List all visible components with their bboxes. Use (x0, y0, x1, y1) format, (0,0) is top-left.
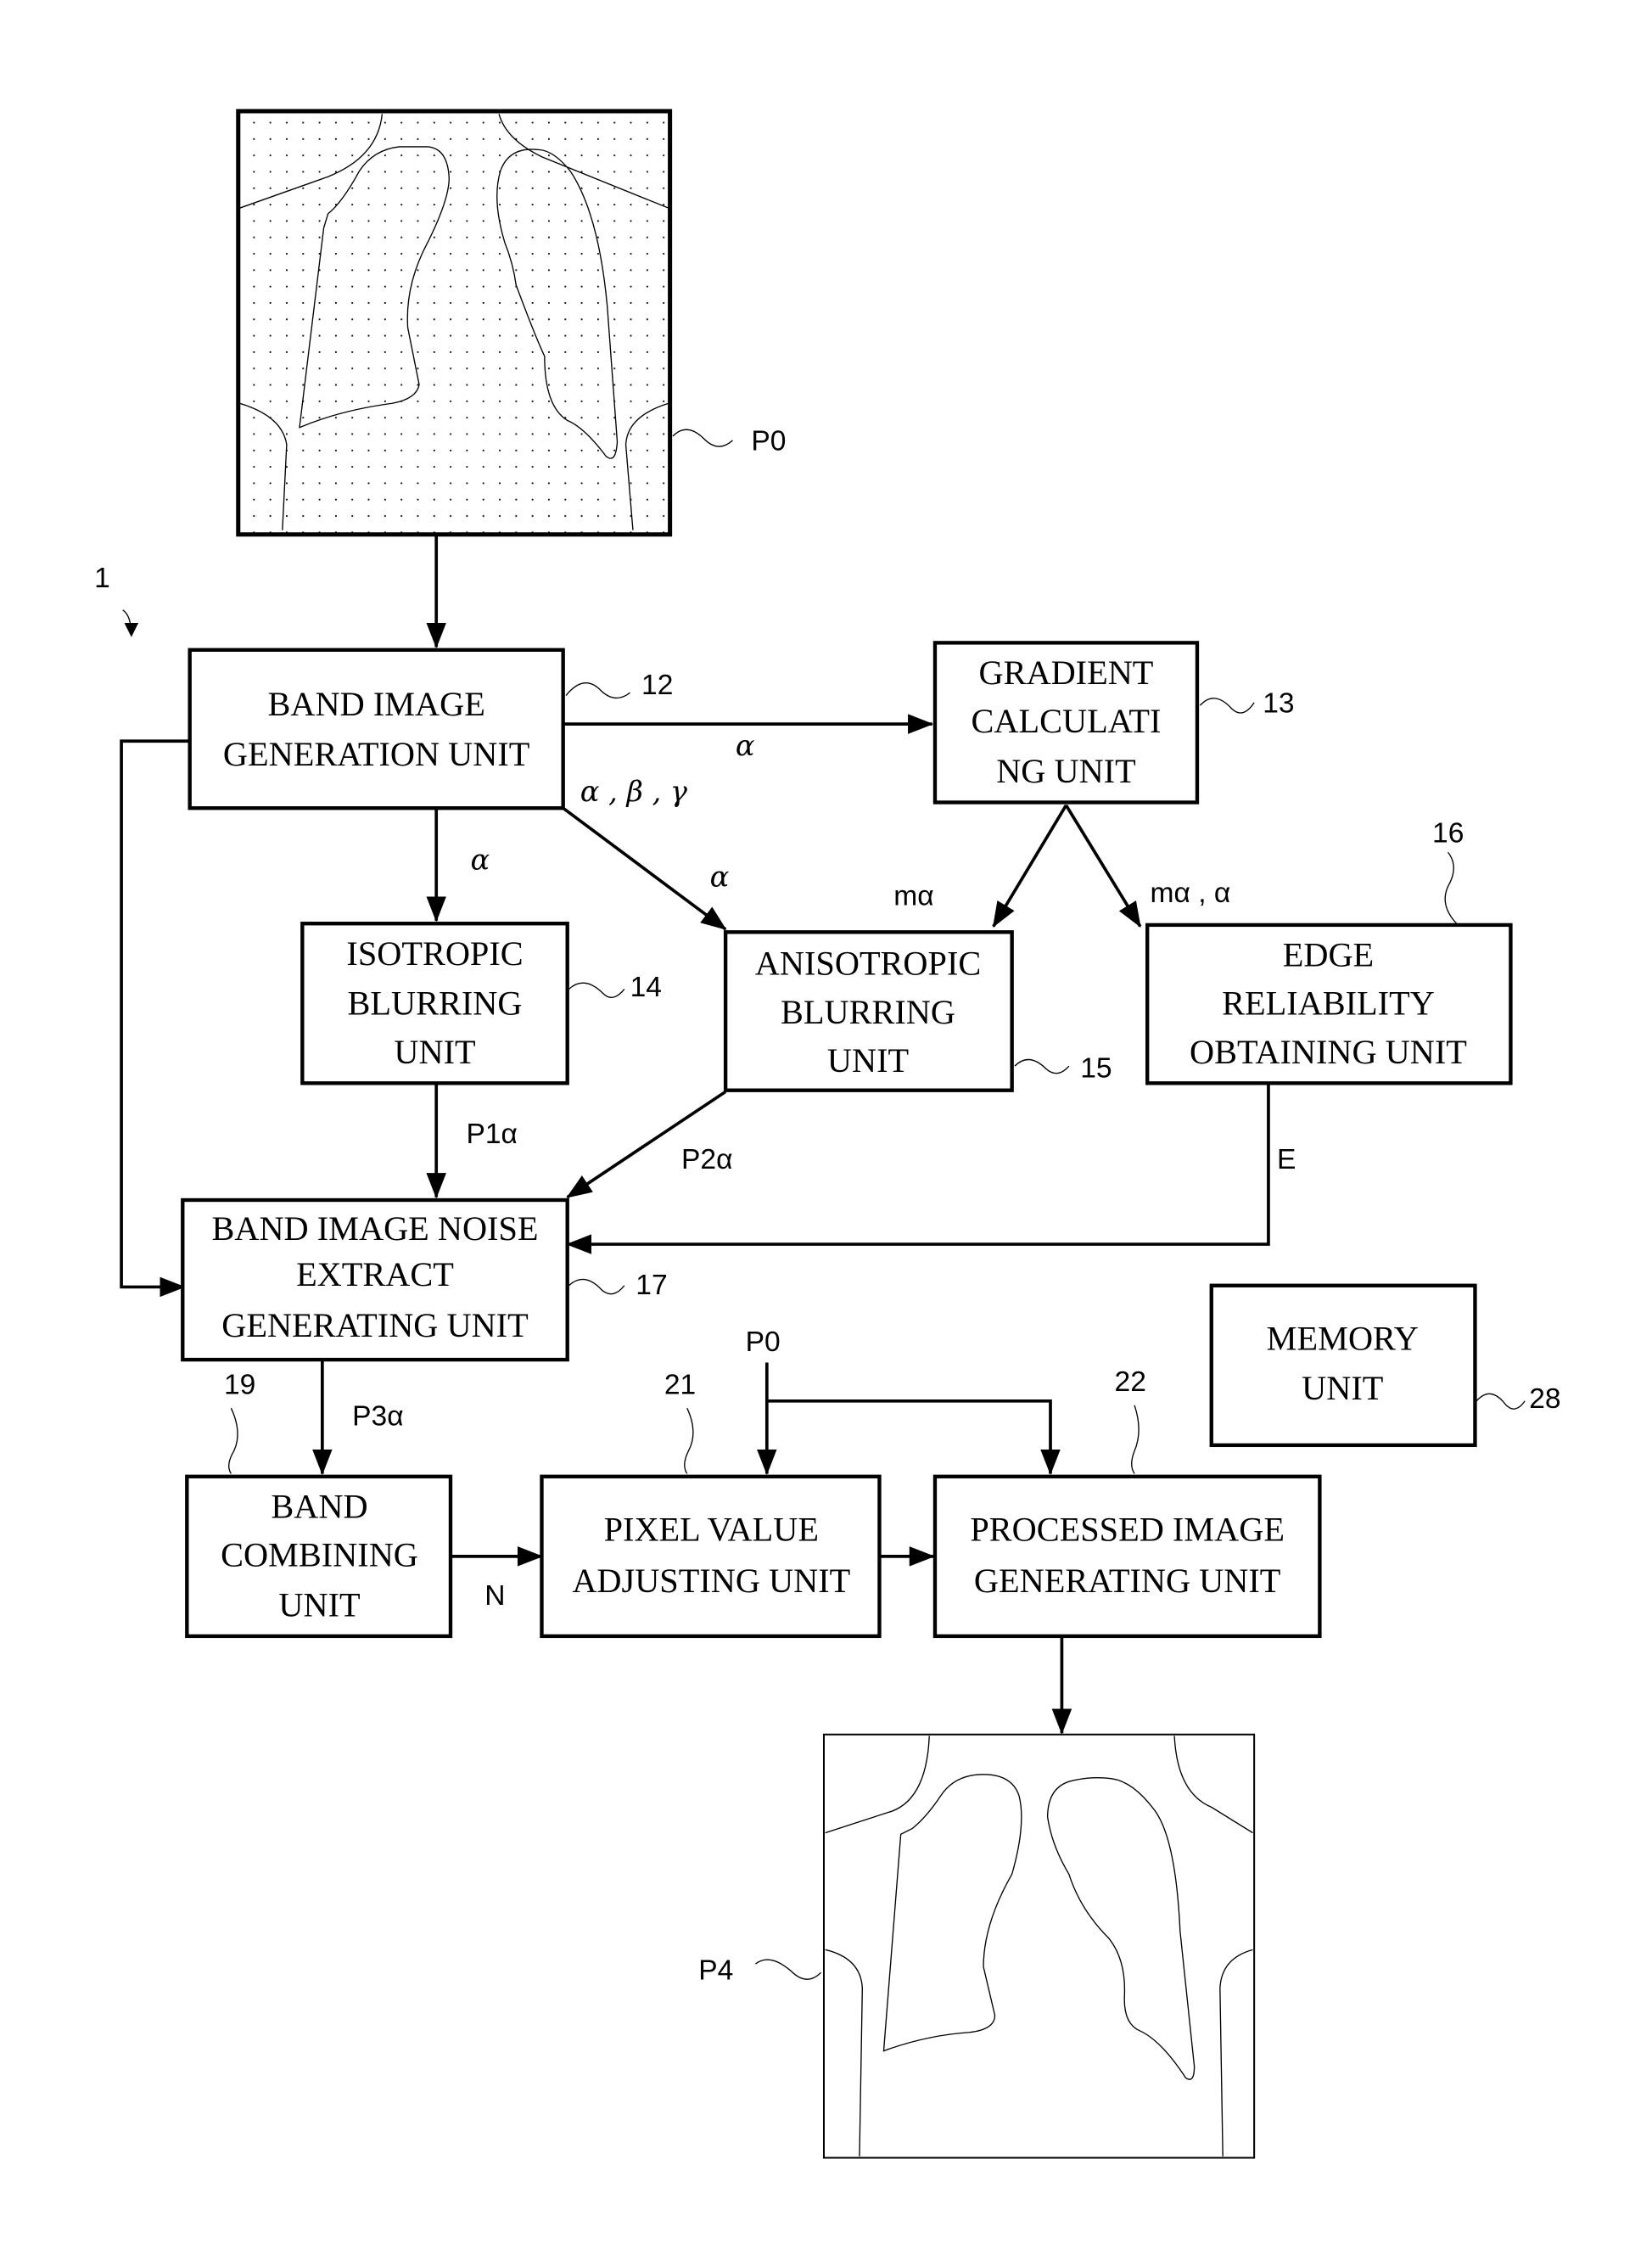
processed-line-1: PROCESSED IMAGE (970, 1510, 1285, 1548)
signal-alpha-isotropic: α (471, 843, 490, 876)
ref-21-leader (684, 1407, 694, 1474)
signal-m-alpha: mα (893, 880, 933, 911)
gradient-line-1: GRADIENT (979, 653, 1154, 692)
band-image-noise-extract-generating-unit[interactable]: BAND IMAGE NOISE EXTRACT GENERATING UNIT (181, 1197, 569, 1362)
system-ref-leader (122, 609, 139, 637)
ref-14: 14 (630, 972, 662, 1003)
band-combining-unit[interactable]: BAND COMBINING UNIT (185, 1474, 453, 1639)
band-image-generation-unit[interactable]: BAND IMAGE GENERATION UNIT (188, 648, 565, 810)
signal-n: N (484, 1580, 505, 1612)
processed-line-2: GENERATING UNIT (974, 1562, 1281, 1600)
isotropic-line-1: ISOTROPIC (346, 934, 523, 973)
signal-p2-alpha: P2α (681, 1144, 732, 1175)
memory-line-1: MEMORY (1267, 1319, 1419, 1357)
gradient-line-3: NG UNIT (996, 752, 1136, 790)
signal-p1-alpha: P1α (466, 1119, 517, 1150)
ref-19-leader (228, 1407, 238, 1474)
ref-14-leader (568, 982, 625, 998)
noise-line-1: BAND IMAGE NOISE (211, 1209, 538, 1248)
arrow-gradient-to-edge (1064, 804, 1142, 928)
band-gen-line-1: BAND IMAGE (268, 685, 485, 723)
ref-19: 19 (224, 1369, 255, 1400)
combining-line-3: UNIT (278, 1585, 360, 1624)
edge-line-2: RELIABILITY (1222, 984, 1435, 1023)
signal-p3-alpha: P3α (352, 1400, 403, 1432)
ref-22-leader (1131, 1405, 1140, 1474)
anisotropic-line-2: BLURRING (781, 993, 955, 1031)
pixel-adjust-line-2: ADJUSTING UNIT (572, 1562, 850, 1600)
processed-image-generating-unit[interactable]: PROCESSED IMAGE GENERATING UNIT (932, 1474, 1322, 1639)
output-image-p4: P4 (698, 1733, 1256, 2159)
noise-line-3: GENERATING UNIT (221, 1306, 529, 1344)
input-image-frame (236, 109, 673, 537)
band-gen-line-2: GENERATION UNIT (223, 735, 529, 773)
system-ref-label: 1 (94, 563, 110, 594)
signal-alpha-anisotropic: α (710, 861, 730, 894)
edge-line-1: EDGE (1283, 936, 1374, 974)
input-image-p0: P0 (236, 109, 786, 537)
ref-12: 12 (641, 670, 673, 701)
ref-16-leader (1444, 851, 1458, 924)
anisotropic-blurring-unit[interactable]: ANISOTROPIC BLURRING UNIT (723, 930, 1014, 1092)
isotropic-line-2: BLURRING (348, 984, 523, 1023)
input-image-label: P0 (751, 426, 786, 457)
anisotropic-line-1: ANISOTROPIC (755, 945, 981, 983)
ref-22: 22 (1115, 1366, 1146, 1398)
ref-13: 13 (1263, 688, 1294, 720)
ref-28-leader (1476, 1393, 1526, 1410)
isotropic-line-3: UNIT (394, 1033, 475, 1071)
ref-21: 21 (664, 1369, 696, 1400)
arrow-band-to-noise-extract (120, 739, 190, 1298)
signal-m-alpha-alpha: mα , α (1151, 878, 1231, 909)
anisotropic-line-3: UNIT (827, 1041, 909, 1080)
pixel-adjust-line-1: PIXEL VALUE (604, 1510, 819, 1548)
signal-e: E (1277, 1144, 1296, 1175)
arrow-p0-to-processed (766, 1399, 1061, 1476)
edge-line-3: OBTAINING UNIT (1190, 1033, 1467, 1071)
combining-line-2: COMBINING (221, 1536, 418, 1574)
gradient-calculating-unit[interactable]: GRADIENT CALCULATI NG UNIT (932, 641, 1200, 805)
ref-13-leader (1199, 698, 1255, 714)
arrow-band-to-anisotropic (562, 806, 727, 931)
ref-15-leader (1014, 1058, 1070, 1074)
edge-reliability-obtaining-unit[interactable]: EDGE RELIABILITY OBTAINING UNIT (1145, 923, 1513, 1085)
ref-15: 15 (1080, 1053, 1112, 1085)
arrow-gradient-to-anisotropic (992, 804, 1068, 928)
gradient-line-2: CALCULATI (972, 702, 1162, 740)
ref-12-leader (565, 682, 631, 699)
p4-leader (754, 1959, 822, 1980)
p0-leader (672, 429, 733, 447)
output-image-label: P4 (698, 1955, 733, 1987)
ref-28: 28 (1529, 1383, 1560, 1415)
signal-alpha-gradient: α (736, 729, 755, 762)
isotropic-blurring-unit[interactable]: ISOTROPIC BLURRING UNIT (300, 922, 569, 1085)
memory-unit[interactable]: MEMORY UNIT (1209, 1283, 1477, 1448)
memory-line-2: UNIT (1302, 1369, 1383, 1407)
signal-p0-input: P0 (746, 1326, 781, 1358)
ref-16: 16 (1432, 817, 1464, 849)
noise-line-2: EXTRACT (296, 1255, 454, 1293)
arrow-edge-to-noise (566, 1083, 1270, 1254)
ref-17-leader (568, 1278, 625, 1295)
combining-line-1: BAND (271, 1487, 367, 1525)
pixel-value-adjusting-unit[interactable]: PIXEL VALUE ADJUSTING UNIT (540, 1474, 882, 1639)
signal-alpha-beta-gamma: α , β , γ (580, 775, 688, 808)
output-image-frame (822, 1733, 1256, 2159)
ref-17: 17 (636, 1270, 667, 1301)
block-diagram: P0 1 BAND IMAGE GENERATION UNIT 12 α α ,… (94, 109, 1561, 2159)
